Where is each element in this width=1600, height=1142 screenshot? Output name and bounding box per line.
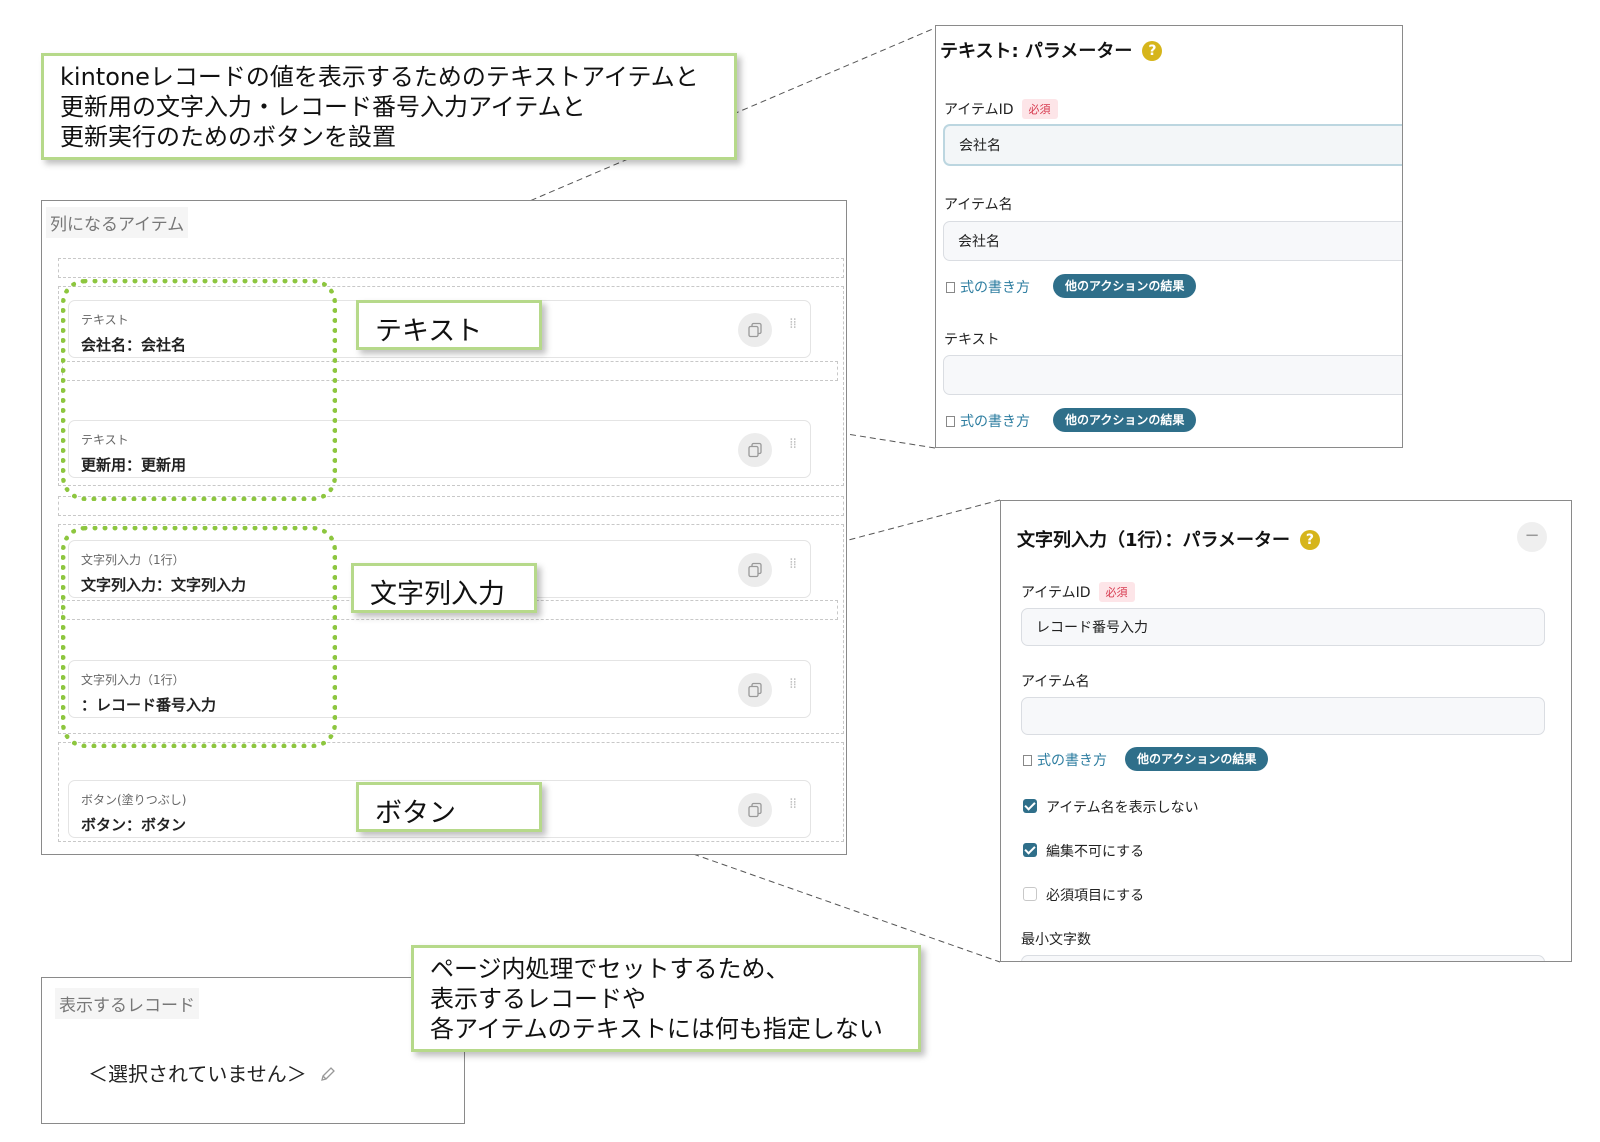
display-record-value: ＜選択されていません＞ <box>88 1062 307 1086</box>
string-params-title-text: 文字列入力（1行）：パラメーター <box>1017 530 1290 551</box>
text-input[interactable] <box>943 355 1402 395</box>
copy-icon <box>748 562 762 578</box>
string-input-tag-callout: 文字列入力 <box>351 563 537 613</box>
item-id-label-text: アイテムID <box>944 102 1014 118</box>
collapse-button[interactable]: − <box>1517 522 1547 552</box>
formula-help-link[interactable]: 式の書き方 <box>946 411 1030 431</box>
required-badge: 必須 <box>1098 582 1135 602</box>
string-items-highlight <box>61 526 337 748</box>
display-record-panel: 表示するレコード ＜選択されていません＞ <box>41 977 465 1124</box>
item-value: ボタン：ボタン <box>81 816 187 834</box>
text-label: テキスト <box>944 332 1000 348</box>
copy-icon <box>748 682 762 698</box>
drag-handle-icon[interactable]: ⁞⁞ <box>789 797 797 811</box>
drop-zone <box>58 258 844 278</box>
formula-help-link-text: 式の書き方 <box>960 414 1030 430</box>
action-result-button[interactable]: 他のアクションの結果 <box>1053 274 1197 298</box>
item-id-label-text: アイテムID <box>1021 585 1091 601</box>
item-id-label: アイテムID 必須 <box>944 99 1058 119</box>
copy-icon <box>748 802 762 818</box>
copy-icon <box>748 442 762 458</box>
text-items-highlight <box>61 279 337 501</box>
item-id-label: アイテムID 必須 <box>1021 582 1135 602</box>
non-editable-checkbox[interactable] <box>1023 843 1037 857</box>
empty-settings-callout-line-2: 表示するレコードや <box>430 985 646 1013</box>
required-item-checkbox[interactable] <box>1023 887 1037 901</box>
item-type-label: ボタン(塗りつぶし) <box>81 793 187 807</box>
copy-button[interactable] <box>738 553 772 587</box>
setup-callout: kintoneレコードの値を表示するためのテキストアイテムと 更新用の文字入力・… <box>41 53 737 160</box>
text-parameters-panel: テキスト: パラメーター? アイテムID 必須 会社名 アイテム名 会社名 式の書… <box>935 25 1403 448</box>
empty-settings-callout-line-1: ページ内処理でセットするため、 <box>430 955 790 983</box>
column-items-label: 列になるアイテム <box>46 207 189 238</box>
help-icon[interactable]: ? <box>1142 41 1163 61</box>
item-name-input[interactable] <box>1021 697 1545 735</box>
button-tag-callout: ボタン <box>356 782 542 832</box>
help-icon[interactable]: ? <box>1299 530 1320 550</box>
drag-handle-icon[interactable]: ⁞⁞ <box>789 677 797 691</box>
item-id-input[interactable]: レコード番号入力 <box>1021 608 1545 646</box>
formula-help-link[interactable]: 式の書き方 <box>946 277 1030 297</box>
formula-help-link-text: 式の書き方 <box>960 280 1030 296</box>
copy-icon <box>748 322 762 338</box>
item-name-label: アイテム名 <box>944 197 1013 213</box>
action-result-button[interactable]: 他のアクションの結果 <box>1125 747 1269 771</box>
text-params-title-text: テキスト: パラメーター <box>940 41 1133 62</box>
setup-callout-line-1: kintoneレコードの値を表示するためのテキストアイテムと <box>60 63 699 91</box>
text-tag-callout: テキスト <box>356 300 542 350</box>
display-record-label: 表示するレコード <box>55 988 199 1019</box>
document-icon <box>1023 755 1032 766</box>
string-input-parameters-panel: 文字列入力（1行）：パラメーター? − アイテムID 必須 レコード番号入力 アイ… <box>1000 500 1572 962</box>
required-badge: 必須 <box>1021 99 1058 119</box>
item-name-label: アイテム名 <box>1021 674 1090 690</box>
item-name-input[interactable]: 会社名 <box>943 221 1402 261</box>
copy-button[interactable] <box>738 793 772 827</box>
text-params-title: テキスト: パラメーター? <box>940 37 1163 63</box>
action-result-button[interactable]: 他のアクションの結果 <box>1053 408 1197 432</box>
document-icon <box>946 282 955 293</box>
drag-handle-icon[interactable]: ⁞⁞ <box>789 317 797 331</box>
hide-item-name-checkbox[interactable] <box>1023 799 1037 813</box>
item-id-input[interactable]: 会社名 <box>943 124 1402 166</box>
drag-handle-icon[interactable]: ⁞⁞ <box>789 437 797 451</box>
formula-help-link[interactable]: 式の書き方 <box>1023 750 1107 770</box>
setup-callout-line-3: 更新実行のためのボタンを設置 <box>60 123 396 151</box>
setup-callout-line-2: 更新用の文字入力・レコード番号入力アイテムと <box>60 93 586 121</box>
drag-handle-icon[interactable]: ⁞⁞ <box>789 557 797 571</box>
min-length-input[interactable] <box>1021 955 1545 961</box>
copy-button[interactable] <box>738 433 772 467</box>
empty-settings-callout: ページ内処理でセットするため、 表示するレコードや 各アイテムのテキストには何も… <box>411 945 921 1052</box>
required-item-label: 必須項目にする <box>1046 888 1145 904</box>
string-params-title: 文字列入力（1行）：パラメーター? <box>1017 526 1320 552</box>
copy-button[interactable] <box>738 313 772 347</box>
non-editable-label: 編集不可にする <box>1046 844 1145 860</box>
formula-help-link-text: 式の書き方 <box>1037 753 1107 769</box>
document-icon <box>946 416 955 427</box>
copy-button[interactable] <box>738 673 772 707</box>
hide-item-name-label: アイテム名を表示しない <box>1046 800 1199 816</box>
min-length-label: 最小文字数 <box>1021 932 1091 948</box>
pencil-icon[interactable] <box>320 1066 336 1082</box>
empty-settings-callout-line-3: 各アイテムのテキストには何も指定しない <box>430 1015 883 1043</box>
column-items-panel: 列になるアイテム テキスト 会社名：会社名 ⁞⁞ テキスト 更新用：更新用 ⁞⁞… <box>41 200 847 855</box>
